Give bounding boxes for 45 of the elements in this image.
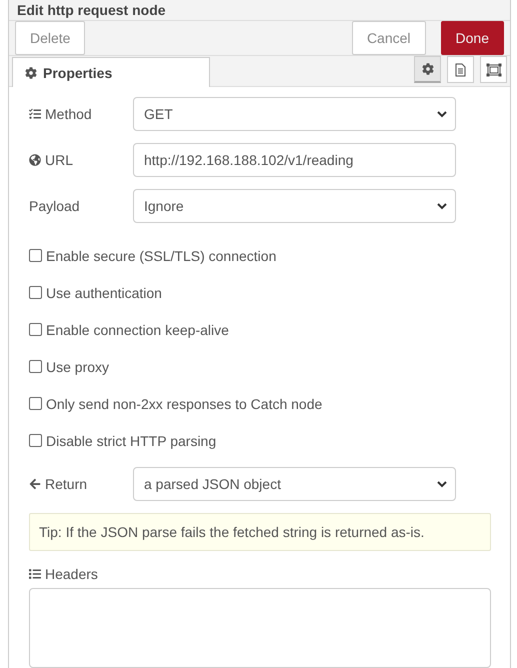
globe-icon [29,154,41,166]
select-field[interactable]: GET [133,97,456,131]
checkbox[interactable] [29,249,42,262]
gear-icon [25,66,37,78]
checkbox-label: Disable strict HTTP parsing [46,432,216,448]
list-icon [29,108,41,120]
label-text: Return [45,476,88,492]
checkbox-label: Enable secure (SSL/TLS) connection [46,248,276,264]
dialog-title: Edit http request node [9,0,510,21]
toolbar-button[interactable] [414,56,441,83]
chevron-down-icon [437,110,447,118]
checkbox-label: Enable connection keep-alive [46,322,229,338]
checkbox[interactable] [29,434,42,447]
tab-label: Properties [43,64,112,80]
label-text: URL [45,152,74,168]
select-value: Ignore [144,198,184,214]
checkbox[interactable] [29,323,42,336]
button[interactable]: Cancel [352,21,426,55]
checkbox-label: Use authentication [46,284,162,300]
list-icon [29,568,41,580]
chevron-down-icon [437,480,447,488]
select-value: GET [144,106,173,122]
input-field[interactable]: http://192.168.188.102/v1/reading [133,143,456,177]
document-icon [455,62,466,76]
label-text: Payload [29,198,80,214]
arrow-left-icon [29,478,41,490]
checkbox[interactable] [29,397,42,410]
checkbox-label: Use proxy [46,358,110,374]
button[interactable]: Delete [15,21,86,55]
checkbox-label: Only send non-2xx responses to Catch node [46,396,322,412]
label-text: Method [45,106,92,122]
frame-icon [486,62,502,76]
tab[interactable]: Properties [12,57,210,87]
primary-button[interactable]: Done [440,21,504,55]
checkbox[interactable] [29,286,42,299]
select-field[interactable]: a parsed JSON object [133,467,456,501]
select-value: a parsed JSON object [144,476,281,492]
toolbar-button[interactable] [480,56,507,83]
checkbox[interactable] [29,360,42,373]
chevron-down-icon [437,202,447,210]
toolbar-button[interactable] [447,56,474,83]
select-field[interactable]: Ignore [133,189,456,223]
tip-text: Tip: If the JSON parse fails the fetched string is returned as-is. [29,513,491,551]
gear-icon [422,63,434,75]
headers-label: Headers [45,566,98,582]
